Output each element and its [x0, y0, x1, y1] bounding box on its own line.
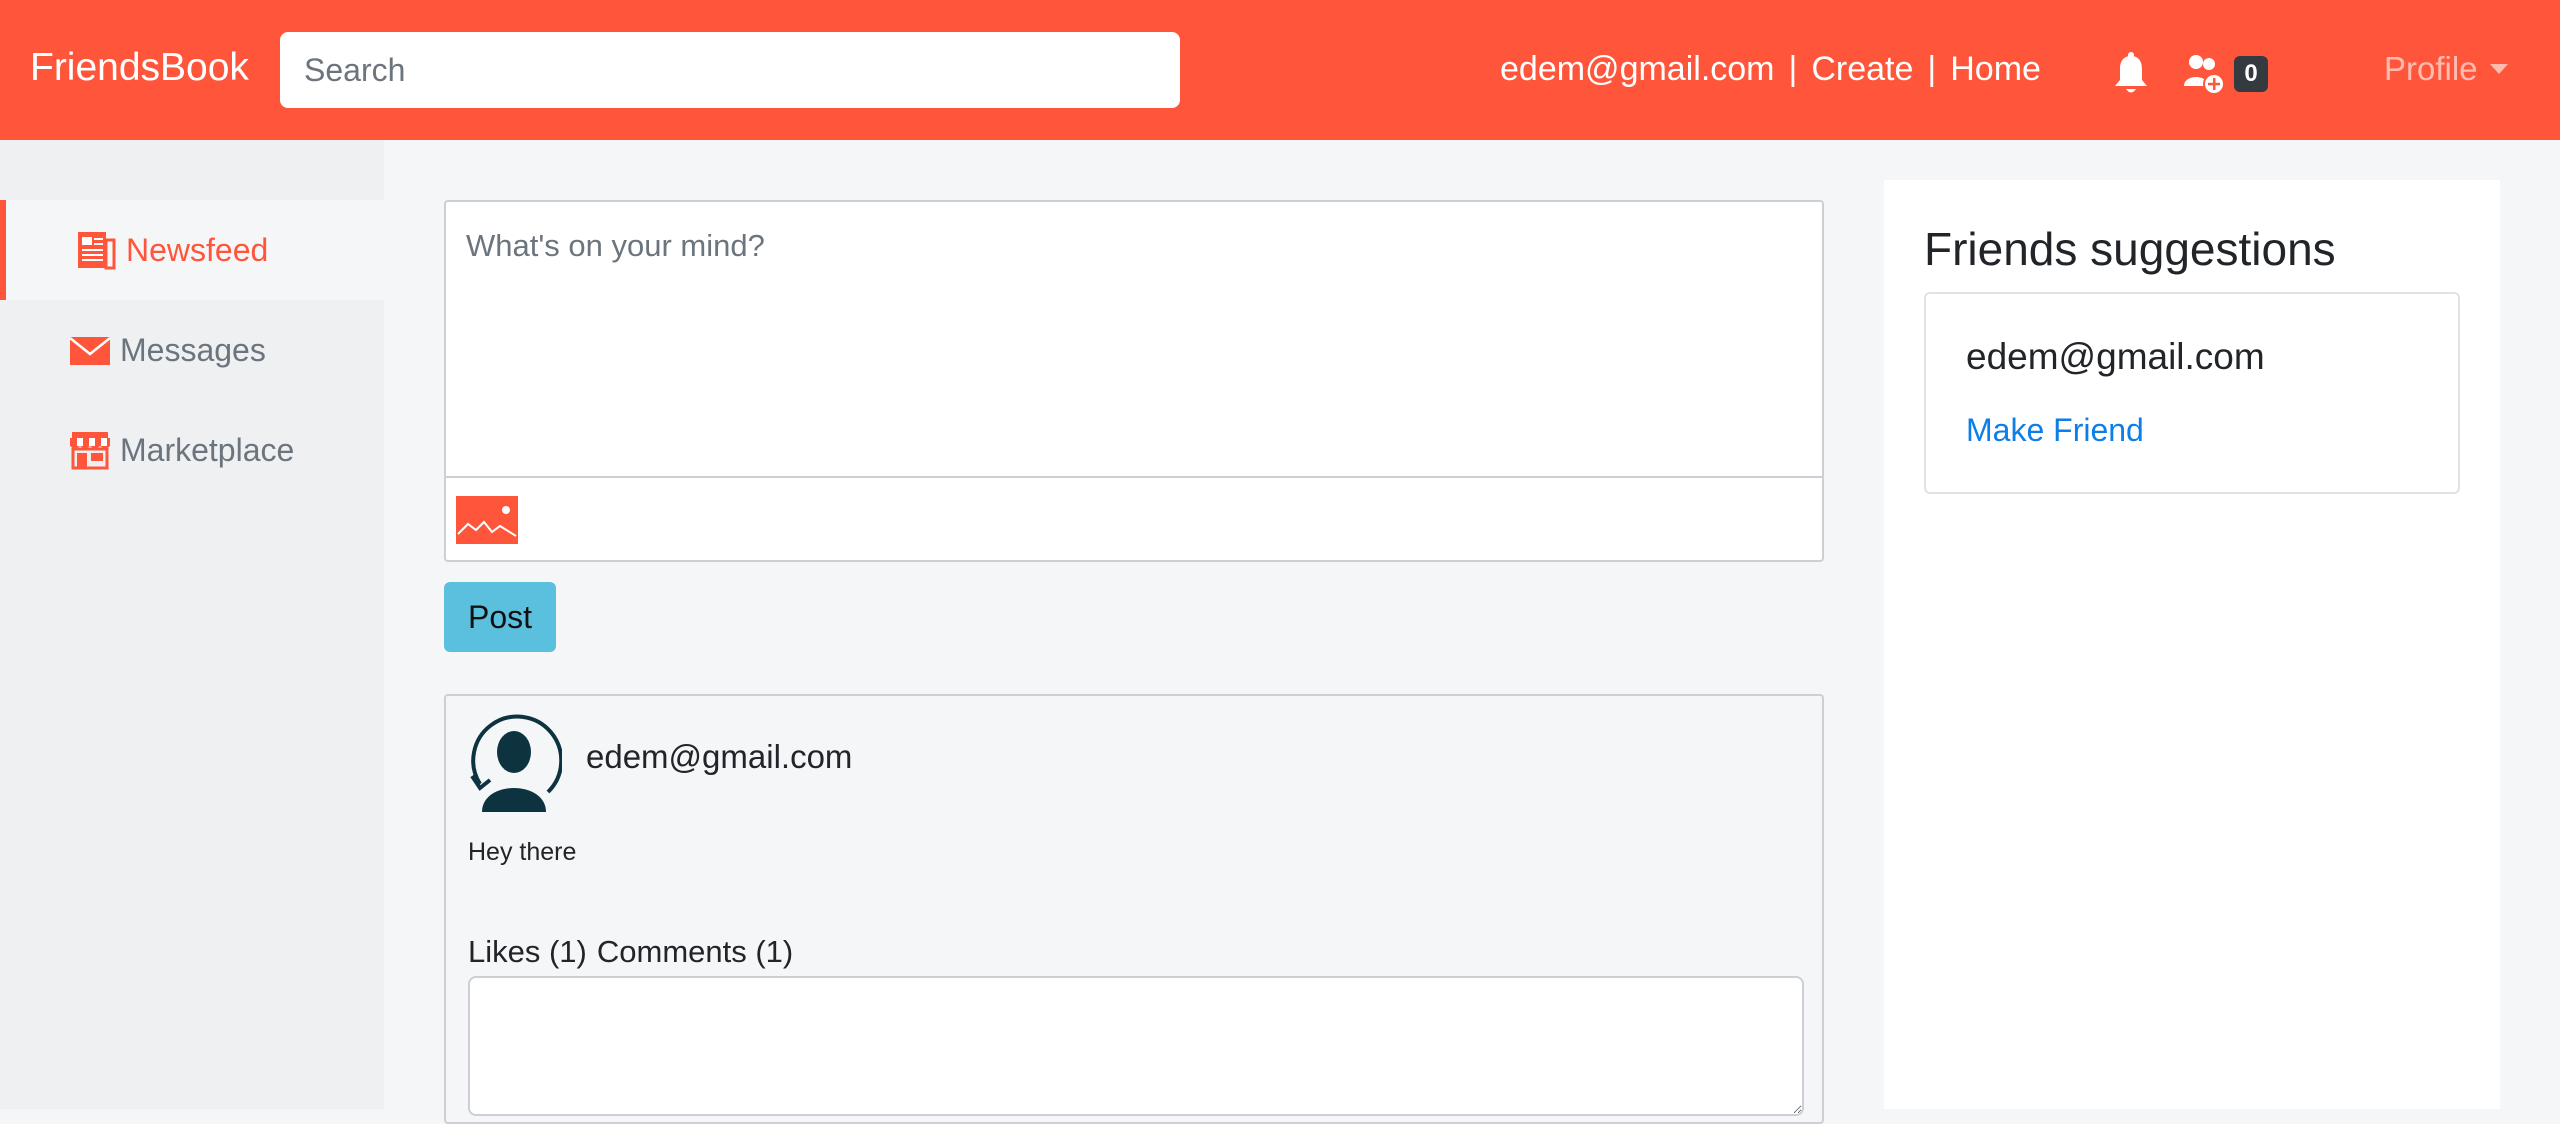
- user-avatar-icon: [470, 714, 562, 812]
- post-author[interactable]: edem@gmail.com: [586, 738, 852, 776]
- sidebar-item-label: Marketplace: [120, 431, 295, 468]
- chevron-down-icon: [2489, 64, 2508, 74]
- likes-count[interactable]: Likes (1): [468, 934, 587, 970]
- nav-separator: |: [1788, 50, 1798, 88]
- post-button[interactable]: Post: [444, 582, 556, 652]
- post-stats: Likes (1) Comments (1): [468, 934, 793, 970]
- sidebar: Newsfeed Messages Marketplace: [0, 140, 384, 1109]
- sidebar-item-label: Messages: [120, 331, 266, 368]
- post-text-input[interactable]: [446, 202, 1822, 478]
- post-body-text: Hey there: [468, 838, 577, 866]
- suggestion-email: edem@gmail.com: [1966, 336, 2265, 377]
- friend-request-icon[interactable]: [2182, 52, 2226, 96]
- profile-label: Profile: [2384, 50, 2478, 87]
- post-composer: [444, 200, 1824, 562]
- comments-count[interactable]: Comments (1): [597, 934, 793, 970]
- home-link[interactable]: Home: [1950, 50, 2041, 89]
- sidebar-item-marketplace[interactable]: Marketplace: [0, 400, 384, 500]
- search-input[interactable]: [280, 32, 1180, 108]
- suggestion-card: edem@gmail.com Make Friend: [1924, 292, 2460, 494]
- sidebar-item-label: Newsfeed: [126, 231, 269, 268]
- top-navbar: FriendsBook edem@gmail.com | Create | Ho…: [0, 0, 2560, 140]
- newspaper-icon: [78, 232, 116, 270]
- friends-suggestions-panel: Friends suggestions edem@gmail.com Make …: [1884, 180, 2500, 1109]
- friend-request-count-badge: 0: [2234, 56, 2268, 92]
- envelope-icon: [69, 337, 111, 365]
- post-card: edem@gmail.com Hey there Likes (1) Comme…: [444, 694, 1824, 1124]
- bell-icon[interactable]: [2112, 52, 2150, 96]
- sidebar-item-newsfeed[interactable]: Newsfeed: [0, 200, 384, 300]
- store-icon: [70, 432, 110, 470]
- sidebar-item-messages[interactable]: Messages: [0, 300, 384, 400]
- image-upload-icon[interactable]: [456, 496, 518, 544]
- nav-separator: |: [1927, 50, 1937, 88]
- nav-links: edem@gmail.com | Create | Home: [1500, 50, 2041, 89]
- create-link[interactable]: Create: [1811, 50, 1913, 89]
- suggestions-title: Friends suggestions: [1924, 223, 2336, 275]
- comment-input[interactable]: [468, 976, 1804, 1116]
- profile-dropdown[interactable]: Profile: [2384, 50, 2508, 88]
- user-email-link[interactable]: edem@gmail.com: [1500, 50, 1775, 89]
- make-friend-link[interactable]: Make Friend: [1966, 412, 2144, 449]
- brand-logo[interactable]: FriendsBook: [30, 46, 249, 90]
